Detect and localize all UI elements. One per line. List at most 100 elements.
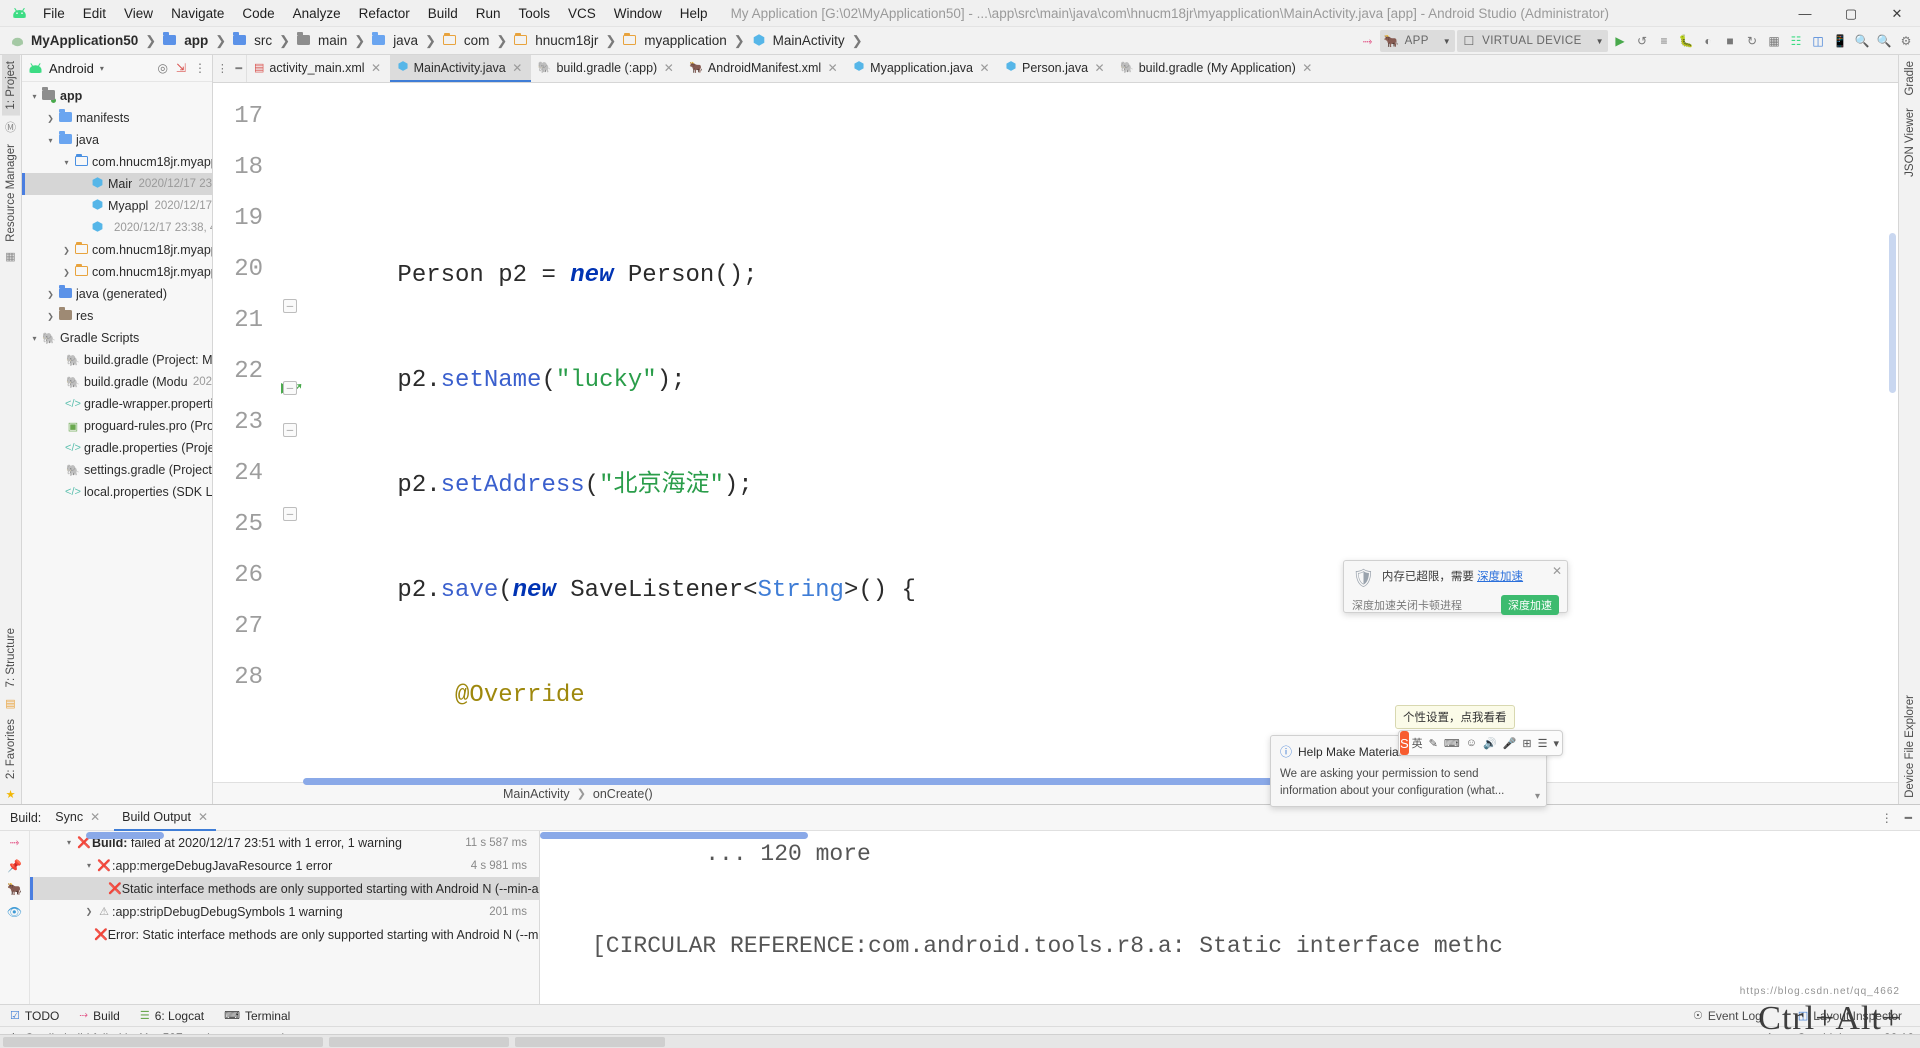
attach-debugger-icon[interactable]: 🔍 bbox=[1852, 30, 1872, 52]
chevron-down-icon[interactable]: ▾ bbox=[44, 136, 57, 145]
run-icon[interactable]: ▶ bbox=[1610, 30, 1630, 52]
chevron-down-icon[interactable]: ▾ bbox=[28, 334, 41, 343]
tree-row-proguard-rules[interactable]: • ▣ proguard-rules.pro (ProGuard bbox=[22, 415, 212, 437]
build-tab-sync[interactable]: Sync ✕ bbox=[47, 805, 108, 831]
menu-view[interactable]: View bbox=[115, 3, 162, 24]
scrollbar-thumb[interactable] bbox=[303, 778, 1333, 786]
tree-row-myapplication[interactable]: • Myapplication 2020/12/17 bbox=[22, 195, 212, 217]
breadcrumb-class[interactable]: MainActivity bbox=[503, 787, 570, 801]
tree-row-settings-gradle[interactable]: • 🐘 settings.gradle (Project Settings bbox=[22, 459, 212, 481]
close-icon[interactable]: ✕ bbox=[198, 810, 208, 824]
close-icon[interactable]: ✕ bbox=[1093, 61, 1106, 75]
chevron-down-icon[interactable]: ▾ bbox=[60, 158, 73, 167]
tree-row-gradle-properties[interactable]: • </> gradle.properties (Project Prop bbox=[22, 437, 212, 459]
sdk-manager-icon[interactable]: ☷ bbox=[1786, 30, 1806, 52]
tree-row-manifests[interactable]: ❯ manifests bbox=[22, 107, 212, 129]
apply-code-changes-icon[interactable]: ≡ bbox=[1654, 30, 1674, 52]
chevron-right-icon[interactable]: ❯ bbox=[82, 907, 96, 916]
more-options-icon[interactable]: ⋮ bbox=[1881, 811, 1893, 825]
sync-gradle-icon[interactable]: ↻ bbox=[1742, 30, 1762, 52]
tool-button-build[interactable]: ⤑ Build bbox=[69, 1009, 130, 1023]
chevron-down-icon[interactable]: ▾ bbox=[28, 92, 41, 101]
chevron-right-icon[interactable]: ❯ bbox=[44, 290, 57, 299]
fold-marker[interactable]: ─ bbox=[283, 381, 297, 395]
close-button[interactable]: ✕ bbox=[1874, 0, 1920, 27]
eye-icon[interactable]: 👁 bbox=[7, 905, 22, 919]
close-icon[interactable]: ✕ bbox=[826, 61, 839, 75]
menu-tools[interactable]: Tools bbox=[510, 3, 560, 24]
run-configuration-selector[interactable]: 🐂 APP ▼ bbox=[1379, 30, 1456, 52]
ime-mode-button[interactable]: 英 bbox=[1409, 735, 1426, 751]
breadcrumb-item-java[interactable]: java bbox=[370, 31, 420, 49]
editor-tab-build-gradle-project[interactable]: 🐘 build.gradle (My Application) ✕ bbox=[1113, 55, 1321, 82]
sidebar-item-gradle[interactable]: Gradle bbox=[1901, 55, 1919, 102]
menu-window[interactable]: Window bbox=[605, 3, 671, 24]
close-icon[interactable]: ✕ bbox=[370, 61, 383, 75]
chevron-right-icon[interactable]: ❯ bbox=[44, 114, 57, 123]
console-scrollbar-thumb[interactable] bbox=[540, 832, 808, 839]
breadcrumb-item-project[interactable]: MyApplication50 bbox=[8, 33, 140, 49]
collapse-all-icon[interactable]: ⇲ bbox=[176, 61, 186, 75]
chevron-down-icon[interactable]: ▾ bbox=[82, 861, 96, 870]
run-hammer-icon[interactable]: ⤑ bbox=[10, 835, 20, 850]
editor-tab-androidmanifest-xml[interactable]: 🐂 AndroidManifest.xml ✕ bbox=[682, 55, 846, 82]
build-tree-scrollbar-thumb[interactable] bbox=[86, 832, 164, 839]
sidebar-item-favorites[interactable]: 2: Favorites bbox=[2, 713, 20, 785]
code-editor[interactable]: 17 18 19 20 21 22 23 24 25 26 27 28 ─ ▶➚ bbox=[213, 83, 1898, 778]
profile-icon[interactable]: ◐ bbox=[1698, 30, 1718, 52]
apply-changes-icon[interactable]: ↺ bbox=[1632, 30, 1652, 52]
breadcrumb-item-src[interactable]: src bbox=[231, 31, 274, 49]
tree-row-gradle-scripts[interactable]: ▾ 🐘 Gradle Scripts bbox=[22, 327, 212, 349]
build-console-output[interactable]: ... 120 more [CIRCULAR REFERENCE:com.and… bbox=[540, 831, 1920, 1004]
sidebar-item-resource-manager[interactable]: Resource Manager bbox=[2, 138, 20, 248]
taskbar-window[interactable] bbox=[329, 1036, 509, 1047]
debug-icon[interactable]: 🐛 bbox=[1676, 30, 1696, 52]
ime-panel-icon[interactable]: ⊞ bbox=[1519, 737, 1534, 750]
more-options-icon[interactable]: ⋮ bbox=[217, 62, 228, 75]
fold-marker[interactable]: ─ bbox=[283, 507, 297, 521]
menu-analyze[interactable]: Analyze bbox=[284, 3, 350, 24]
editor-horizontal-scrollbar[interactable] bbox=[213, 777, 1898, 786]
build-hammer-icon[interactable]: ⤑ bbox=[1358, 30, 1378, 52]
project-view-selector-label[interactable]: Android bbox=[49, 61, 94, 76]
build-row-strip-debug-symbols[interactable]: ❯ ⚠ :app:stripDebugDebugSymbols 1 warnin… bbox=[30, 900, 539, 923]
taskbar-window[interactable] bbox=[515, 1036, 665, 1047]
chevron-down-icon[interactable]: ▾ bbox=[1535, 791, 1540, 802]
menu-vcs[interactable]: VCS bbox=[559, 3, 605, 24]
sidebar-item-structure[interactable]: 7: Structure bbox=[2, 622, 20, 693]
android-icon[interactable]: 🐂 bbox=[7, 882, 22, 896]
chevron-down-icon[interactable]: ▾ bbox=[100, 64, 104, 73]
code-text[interactable]: Person p2 = new Person(); p2.setName("lu… bbox=[311, 83, 1898, 777]
sidebar-item-device-file-explorer[interactable]: Device File Explorer bbox=[1901, 689, 1919, 804]
device-file-explorer-icon[interactable]: 📱 bbox=[1830, 30, 1850, 52]
chevron-right-icon[interactable]: ❯ bbox=[60, 268, 73, 277]
accelerate-button[interactable]: 深度加速 bbox=[1501, 595, 1559, 615]
tree-row-build-gradle-module[interactable]: • 🐘 build.gradle (Module: app) 202 bbox=[22, 371, 212, 393]
breadcrumb-item-main[interactable]: main bbox=[295, 31, 349, 49]
close-icon[interactable]: ✕ bbox=[1301, 61, 1314, 75]
sidebar-item-project[interactable]: 1: Project bbox=[1, 55, 20, 116]
tool-button-todo[interactable]: ☑ TODO bbox=[0, 1009, 69, 1023]
close-icon[interactable]: ✕ bbox=[662, 61, 675, 75]
tree-row-java-generated[interactable]: ❯ java (generated) bbox=[22, 283, 212, 305]
breadcrumb-item-hnucm18jr[interactable]: hnucm18jr bbox=[512, 32, 600, 49]
tree-row-mainactivity[interactable]: • MainActivity 2020/12/17 23 bbox=[22, 173, 212, 195]
tip-bubble[interactable]: 个性设置，点我看看 bbox=[1395, 705, 1515, 729]
menu-edit[interactable]: Edit bbox=[74, 3, 115, 24]
sidebar-item-json-viewer[interactable]: JSON Viewer bbox=[1901, 102, 1919, 183]
stop-icon[interactable]: ■ bbox=[1720, 30, 1740, 52]
breadcrumb-item-com[interactable]: com bbox=[441, 32, 492, 49]
editor-vertical-scrollbar[interactable] bbox=[1887, 83, 1898, 777]
sogou-logo-icon[interactable]: S bbox=[1400, 731, 1409, 755]
tree-row-gradle-wrapper-properties[interactable]: • </> gradle-wrapper.properties (Gra bbox=[22, 393, 212, 415]
ime-keyboard-icon[interactable]: ⌨ bbox=[1441, 737, 1463, 750]
breadcrumb-item-app[interactable]: app bbox=[161, 31, 210, 49]
build-tab-build-output[interactable]: Build Output ✕ bbox=[114, 805, 216, 831]
search-everywhere-icon[interactable]: 🔍 bbox=[1874, 30, 1894, 52]
ime-voice-icon[interactable]: 🎤 bbox=[1500, 737, 1520, 750]
tree-row-package-main[interactable]: ▾ com.hnucm18jr.myapplicatio bbox=[22, 151, 212, 173]
pin-icon[interactable]: 📌 bbox=[7, 859, 22, 873]
ime-menu-icon[interactable]: ☰ bbox=[1535, 737, 1551, 750]
tree-row-java[interactable]: ▾ java bbox=[22, 129, 212, 151]
chevron-right-icon[interactable]: ❯ bbox=[60, 246, 73, 255]
